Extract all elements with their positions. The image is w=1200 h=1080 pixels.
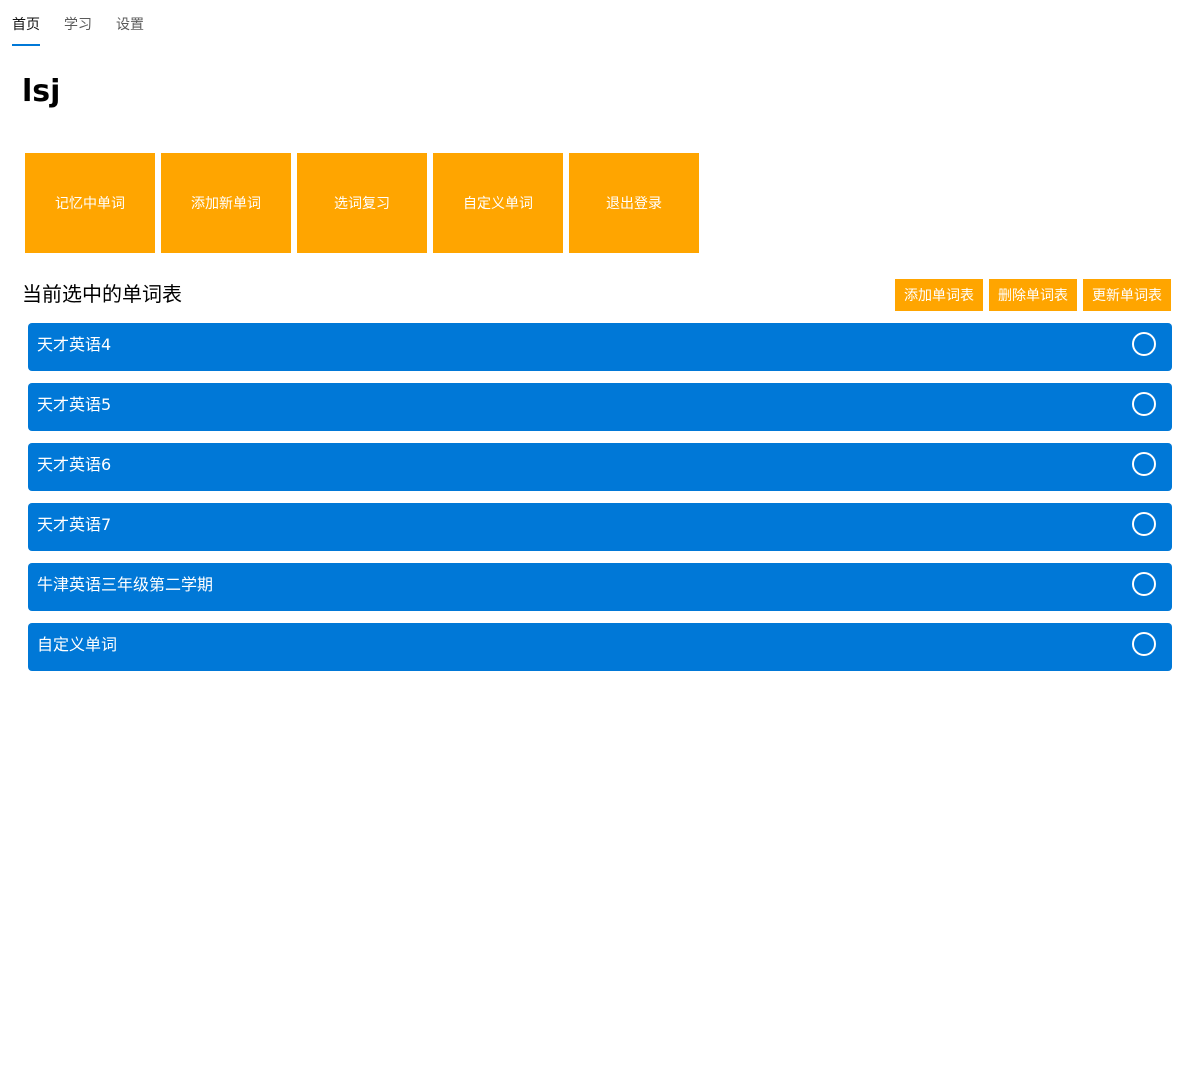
top-nav: 首页 学习 设置 xyxy=(12,0,144,48)
wordlist-list: 天才英语4 天才英语5 天才英语6 天才英语7 牛津英语三年级第二学期 自定义单… xyxy=(28,323,1172,683)
list-item-label: 天才英语7 xyxy=(37,515,112,534)
tab-study[interactable]: 学习 xyxy=(64,0,92,48)
tab-home[interactable]: 首页 xyxy=(12,0,40,48)
list-item[interactable]: 天才英语6 xyxy=(28,443,1172,491)
radio-circle-icon[interactable] xyxy=(1132,332,1156,356)
action-tiles: 记忆中单词 添加新单词 选词复习 自定义单词 退出登录 xyxy=(25,153,699,253)
list-item[interactable]: 牛津英语三年级第二学期 xyxy=(28,563,1172,611)
list-item[interactable]: 天才英语5 xyxy=(28,383,1172,431)
tab-settings[interactable]: 设置 xyxy=(116,0,144,48)
custom-words-tile[interactable]: 自定义单词 xyxy=(433,153,563,253)
radio-circle-icon[interactable] xyxy=(1132,572,1156,596)
list-item-label: 自定义单词 xyxy=(37,635,118,654)
wordlist-section-title: 当前选中的单词表 xyxy=(22,282,182,306)
wordlist-actions: 添加单词表 删除单词表 更新单词表 xyxy=(895,279,1171,311)
list-item[interactable]: 天才英语4 xyxy=(28,323,1172,371)
list-item-label: 天才英语6 xyxy=(37,455,112,474)
user-name-heading: lsj xyxy=(22,74,61,109)
add-wordlist-button[interactable]: 添加单词表 xyxy=(895,279,983,311)
add-new-word-tile[interactable]: 添加新单词 xyxy=(161,153,291,253)
memorizing-words-tile[interactable]: 记忆中单词 xyxy=(25,153,155,253)
list-item[interactable]: 天才英语7 xyxy=(28,503,1172,551)
radio-circle-icon[interactable] xyxy=(1132,512,1156,536)
delete-wordlist-button[interactable]: 删除单词表 xyxy=(989,279,1077,311)
select-review-tile[interactable]: 选词复习 xyxy=(297,153,427,253)
list-item-label: 天才英语4 xyxy=(37,335,112,354)
logout-tile[interactable]: 退出登录 xyxy=(569,153,699,253)
radio-circle-icon[interactable] xyxy=(1132,632,1156,656)
list-item[interactable]: 自定义单词 xyxy=(28,623,1172,671)
update-wordlist-button[interactable]: 更新单词表 xyxy=(1083,279,1171,311)
list-item-label: 天才英语5 xyxy=(37,395,112,414)
radio-circle-icon[interactable] xyxy=(1132,392,1156,416)
list-item-label: 牛津英语三年级第二学期 xyxy=(37,575,214,594)
radio-circle-icon[interactable] xyxy=(1132,452,1156,476)
